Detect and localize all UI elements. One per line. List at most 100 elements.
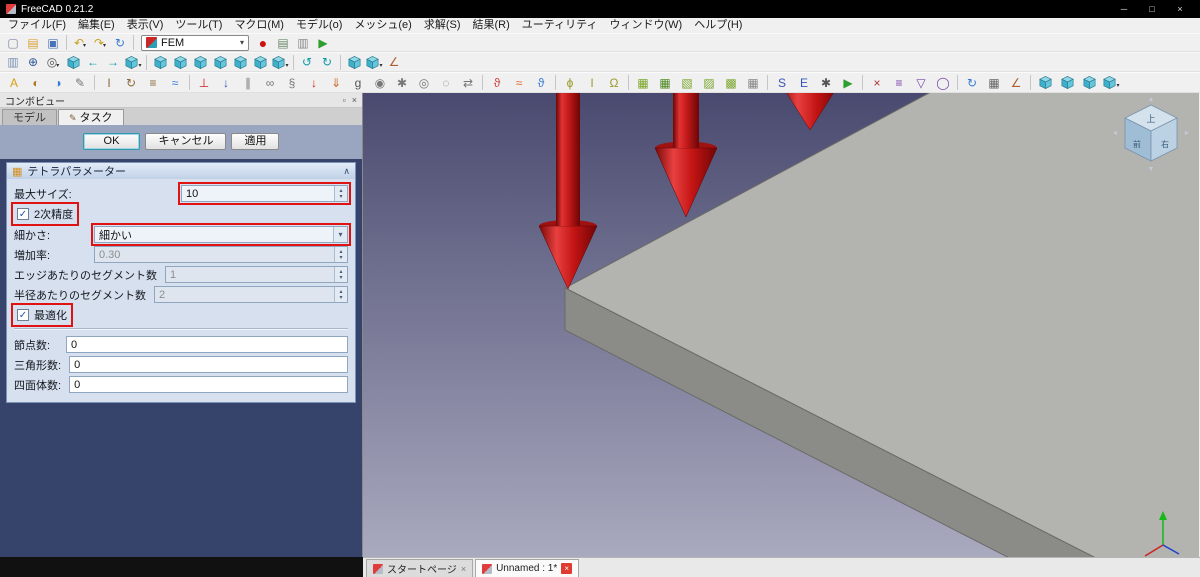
tab-task[interactable]: ✎ タスク bbox=[58, 109, 124, 125]
view-front-icon[interactable] bbox=[150, 54, 170, 71]
fem-mesh-netgen-icon[interactable]: ▦ bbox=[654, 74, 676, 91]
growth-rate-input[interactable]: 0.30 ▴ ▾ bbox=[94, 246, 348, 263]
optimize-checkbox[interactable]: ✓ 最適化 bbox=[11, 303, 73, 327]
tab-model[interactable]: モデル bbox=[2, 109, 57, 125]
menu-utilities[interactable]: ユーティリティ bbox=[516, 18, 604, 33]
fineness-dropdown[interactable]: 細かい ▾ bbox=[91, 223, 351, 246]
fem-solver-control-icon[interactable]: ✱ bbox=[815, 74, 837, 91]
fem-post-warp-icon[interactable]: ▽ bbox=[910, 74, 932, 91]
macro-dialog-icon[interactable]: ▤ bbox=[273, 34, 293, 51]
save-file-icon[interactable]: ▣ bbox=[43, 34, 63, 51]
fem-beam-section-icon[interactable]: I bbox=[98, 74, 120, 91]
fem-solver-run-icon[interactable]: ▶ bbox=[837, 74, 859, 91]
refresh-view-icon[interactable]: ↻ bbox=[961, 74, 983, 91]
fem-post-pipeline-icon[interactable]: ≡ bbox=[888, 74, 910, 91]
maximize-button[interactable]: □ bbox=[1138, 4, 1166, 14]
ok-button[interactable]: OK bbox=[82, 133, 141, 150]
fem-mesh-boundary-layer-icon[interactable]: ▩ bbox=[720, 74, 742, 91]
fem-material-solid-icon[interactable]: ◐ bbox=[25, 74, 47, 91]
view-left-icon[interactable] bbox=[250, 54, 270, 71]
fem-constraint-selfweight-icon[interactable]: g bbox=[347, 74, 369, 91]
fem-constraint-fixed-icon[interactable]: ⊥ bbox=[193, 74, 215, 91]
fem-mesh-gmsh-icon[interactable]: ▦ bbox=[632, 74, 654, 91]
fem-constraint-displacement-icon[interactable]: ↓ bbox=[215, 74, 237, 91]
view-right-icon[interactable] bbox=[190, 54, 210, 71]
minimize-button[interactable]: ─ bbox=[1110, 4, 1138, 14]
fem-material-editor-icon[interactable]: ✎ bbox=[69, 74, 91, 91]
zoom-fit-all-icon[interactable]: ⊕ bbox=[23, 54, 43, 71]
navcube-up-arrow-icon[interactable]: ▲ bbox=[1148, 96, 1155, 103]
fem-solver-elmer-icon[interactable]: E bbox=[793, 74, 815, 91]
fem-solver-calculix-icon[interactable]: S bbox=[771, 74, 793, 91]
fem-constraint-force-icon[interactable]: ↓ bbox=[303, 74, 325, 91]
cancel-button[interactable]: キャンセル bbox=[145, 133, 227, 150]
fem-constraint-pressure-icon[interactable]: ⇓ bbox=[325, 74, 347, 91]
rotate-left-icon[interactable]: ↺ bbox=[297, 54, 317, 71]
undo-icon[interactable]: ↶ ▾ bbox=[70, 34, 90, 51]
view-cube-b-icon[interactable] bbox=[1056, 74, 1078, 91]
view-cube-a-icon[interactable] bbox=[1034, 74, 1056, 91]
refresh-icon[interactable]: ↻ bbox=[110, 34, 130, 51]
macro-execute-icon[interactable]: ▶ bbox=[313, 34, 333, 51]
menu-mesh[interactable]: メッシュ(e) bbox=[348, 18, 417, 33]
fem-constraint-tie-icon[interactable]: ∞ bbox=[259, 74, 281, 91]
fem-beam-rotation-icon[interactable]: ↻ bbox=[120, 74, 142, 91]
fem-mesh-display-icon[interactable]: ▦ bbox=[742, 74, 764, 91]
menu-help[interactable]: ヘルプ(H) bbox=[688, 18, 748, 33]
view-isometric-icon[interactable] bbox=[63, 54, 83, 71]
fem-constraint-electrostatic-icon[interactable]: ϕ bbox=[559, 74, 581, 91]
apply-button[interactable]: 適用 bbox=[231, 133, 280, 150]
segments-per-edge-input[interactable]: 1 ▴ ▾ bbox=[165, 266, 348, 283]
fem-constraint-pulley-icon[interactable]: ◎ bbox=[413, 74, 435, 91]
view-dock-icon[interactable]: ▾ bbox=[364, 54, 384, 71]
measure-angle-icon[interactable]: ∠ bbox=[1005, 74, 1027, 91]
macro-record-icon[interactable]: ● bbox=[253, 34, 273, 51]
menu-results[interactable]: 結果(R) bbox=[467, 18, 516, 33]
fem-constraint-initial-temperature-icon[interactable]: ϑ bbox=[530, 74, 552, 91]
view-section-icon[interactable] bbox=[344, 54, 364, 71]
view-cube-c-icon[interactable] bbox=[1078, 74, 1100, 91]
view-bottom-icon[interactable] bbox=[230, 54, 250, 71]
fem-constraint-heatflux-icon[interactable]: ≈ bbox=[508, 74, 530, 91]
view-rear-icon[interactable] bbox=[210, 54, 230, 71]
fem-shell-thickness-icon[interactable]: ≡ bbox=[142, 74, 164, 91]
fem-analysis-icon[interactable]: A bbox=[3, 74, 25, 91]
close-tab-icon[interactable]: × bbox=[561, 563, 573, 574]
nav-back-icon[interactable]: ← bbox=[83, 54, 103, 71]
fem-constraint-spring-icon[interactable]: § bbox=[281, 74, 303, 91]
view-axonometric-icon[interactable]: ▾ bbox=[270, 54, 290, 71]
fem-post-clip-icon[interactable]: ◯ bbox=[932, 74, 954, 91]
fem-constraint-magnetization-icon[interactable]: Ω bbox=[603, 74, 625, 91]
tetra-parameters-header[interactable]: ▦ テトラパラメーター ∧ bbox=[7, 163, 355, 179]
fem-constraint-gear-icon[interactable]: ✱ bbox=[391, 74, 413, 91]
navcube-right-arrow-icon[interactable]: ► bbox=[1184, 130, 1191, 137]
navcube-left-arrow-icon[interactable]: ◄ bbox=[1112, 130, 1119, 137]
segments-per-radius-input[interactable]: 2 ▴ ▾ bbox=[154, 286, 348, 303]
menu-model[interactable]: モデル(o) bbox=[290, 18, 348, 33]
fem-constraint-plane-rotation-icon[interactable]: ◌ bbox=[435, 74, 457, 91]
nav-forward-icon[interactable]: → bbox=[103, 54, 123, 71]
fem-constraint-bearing-icon[interactable]: ◉ bbox=[369, 74, 391, 91]
close-panel-icon[interactable]: × bbox=[352, 95, 357, 105]
fem-material-fluid-icon[interactable]: ◑ bbox=[47, 74, 69, 91]
3d-viewport[interactable]: ▲ ◄ ► ▼ 上 前 右 bbox=[363, 93, 1200, 557]
rotate-right-icon[interactable]: ↻ bbox=[317, 54, 337, 71]
menu-file[interactable]: ファイル(F) bbox=[2, 18, 72, 33]
fem-fluid-section-icon[interactable]: ≈ bbox=[164, 74, 186, 91]
grid-toggle-icon[interactable]: ▦ bbox=[983, 74, 1005, 91]
workbench-selector[interactable]: FEM ▾ bbox=[141, 34, 249, 51]
edit-paste-icon[interactable]: ▥ bbox=[3, 54, 23, 71]
view-cube-d-icon[interactable]: ▾ bbox=[1100, 74, 1122, 91]
new-file-icon[interactable]: ▢ bbox=[3, 34, 23, 51]
float-panel-icon[interactable]: ▫ bbox=[343, 95, 346, 105]
fem-constraint-contact-icon[interactable]: ∥ bbox=[237, 74, 259, 91]
spinner-arrows-icon[interactable]: ▴ ▾ bbox=[334, 186, 347, 201]
navcube-down-arrow-icon[interactable]: ▼ bbox=[1148, 166, 1155, 173]
fem-constraint-transform-icon[interactable]: ⇄ bbox=[457, 74, 479, 91]
max-size-input[interactable]: 10 ▴ ▾ bbox=[178, 182, 351, 205]
menu-edit[interactable]: 編集(E) bbox=[72, 18, 121, 33]
view-top-icon[interactable] bbox=[170, 54, 190, 71]
open-folder-icon[interactable]: ▤ bbox=[23, 34, 43, 51]
fem-constraint-current-icon[interactable]: I bbox=[581, 74, 603, 91]
fem-constraint-temperature-icon[interactable]: ϑ bbox=[486, 74, 508, 91]
